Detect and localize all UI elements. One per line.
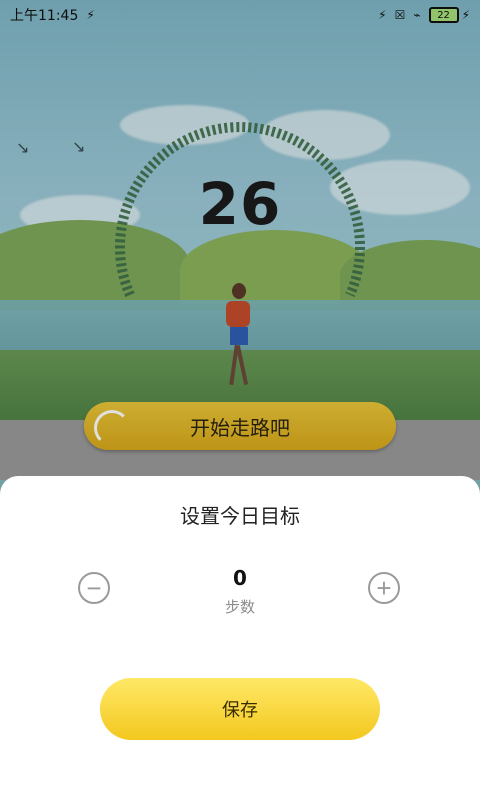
plus-icon: + [376, 573, 392, 603]
increase-goal-button[interactable]: + [368, 572, 400, 604]
goal-unit-label: 步数 [224, 598, 255, 616]
save-button[interactable]: 保存 [100, 678, 380, 740]
app-screen: ↘ ↘ 上午11:45 ⚡ ⚡ ☒ ⌁ 22 ⚡ 26 开始走路吧 设置今日目标… [0, 0, 480, 800]
goal-bottom-sheet: 设置今日目标 − 0 步数 + 保存 [0, 476, 480, 800]
goal-value: 0 [233, 566, 247, 590]
sheet-title: 设置今日目标 [180, 504, 300, 528]
